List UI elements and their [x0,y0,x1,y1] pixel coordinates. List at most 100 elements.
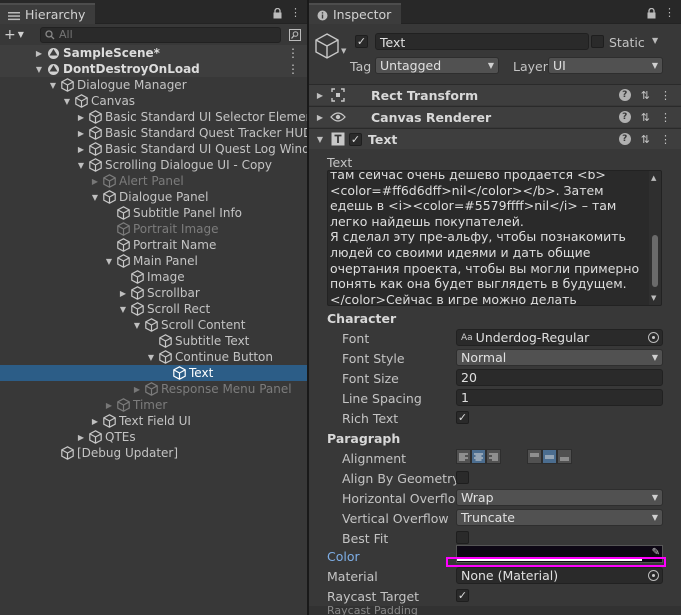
font-field[interactable]: Aa Underdog-Regular [456,329,663,346]
chevron-right-icon[interactable]: ▶ [75,113,87,122]
help-icon[interactable]: ? [618,133,631,145]
static-dropdown-arrow[interactable]: ▼ [652,36,658,45]
chevron-right-icon[interactable]: ▶ [117,289,129,298]
tree-row[interactable]: ▼ DontDestroyOnLoad ⋮ [0,61,307,77]
preset-sliders-icon[interactable]: ⇅ [641,133,650,146]
static-checkbox[interactable] [591,35,604,48]
more-vertical-icon[interactable]: ⋮ [664,6,675,19]
chevron-right-icon[interactable]: ▶ [75,129,87,138]
chevron-down-icon[interactable]: ▼ [47,81,59,90]
more-vertical-icon[interactable]: ⋮ [287,62,299,76]
chevron-down-icon[interactable]: ▼ [33,65,45,74]
add-button[interactable]: + ▼ [4,27,34,43]
chevron-right-icon[interactable]: ▶ [313,113,327,122]
more-vertical-icon[interactable]: ⋮ [287,46,299,60]
layer-dropdown[interactable]: UI ▼ [548,57,663,74]
preset-sliders-icon[interactable]: ⇅ [641,111,650,124]
tree-row[interactable]: Image [0,269,307,285]
tree-row[interactable]: Portrait Name [0,237,307,253]
more-vertical-icon[interactable]: ⋮ [290,6,301,19]
object-picker-icon[interactable] [648,332,659,343]
object-picker-icon[interactable] [648,570,659,581]
align-middle-icon[interactable] [542,449,557,464]
help-icon[interactable]: ? [618,89,631,101]
active-checkbox[interactable]: ✓ [355,35,368,48]
tree-row[interactable]: ▶ Alert Panel [0,173,307,189]
tree-row[interactable]: ▶ Basic Standard Quest Tracker HUD [0,125,307,141]
align-left-icon[interactable] [456,449,471,464]
tree-row[interactable]: ▼ Dialogue Manager [0,77,307,93]
help-icon[interactable]: ? [618,111,631,123]
best-fit-checkbox[interactable] [456,531,469,544]
tree-row[interactable]: Portrait Image [0,221,307,237]
chevron-right-icon[interactable]: ▶ [89,177,101,186]
scroll-down-icon[interactable]: ▼ [651,294,656,302]
line-spacing-field[interactable]: 1 [456,389,663,406]
chevron-right-icon[interactable]: ▶ [103,401,115,410]
text-area[interactable]: там сейчас очень дешево продается <b><co… [327,170,662,306]
tree-row[interactable]: ▼ Canvas [0,93,307,109]
chevron-down-icon[interactable]: ▼ [89,193,101,202]
raycast-padding-row[interactable]: Raycast Padding [309,606,681,615]
chevron-right-icon[interactable]: ▶ [131,385,143,394]
lock-icon[interactable] [273,6,282,19]
align-bottom-icon[interactable] [557,449,572,464]
tree-row[interactable]: ▼ Main Panel [0,253,307,269]
align-by-geometry-checkbox[interactable] [456,471,469,484]
component-enabled-checkbox[interactable]: ✓ [349,132,362,146]
more-vertical-icon[interactable]: ⋮ [660,111,671,124]
vertical-overflow-dropdown[interactable]: Truncate ▼ [456,509,663,526]
search-input[interactable] [59,28,276,41]
align-right-icon[interactable] [486,449,501,464]
text-area-scrollbar[interactable]: ▲ ▼ [649,171,661,305]
tree-row[interactable]: ▶ Text Field UI [0,413,307,429]
tree-row[interactable]: ▼ Scrolling Dialogue UI - Copy [0,157,307,173]
tree-row[interactable]: [Debug Updater] [0,445,307,461]
scroll-thumb[interactable] [652,235,658,287]
text-area-content[interactable]: там сейчас очень дешево продается <b><co… [328,171,649,305]
component-rect-transform[interactable]: ▶ Rect Transform ? ⇅ ⋮ [309,84,681,105]
rich-text-checkbox[interactable]: ✓ [456,411,469,424]
tab-hierarchy[interactable]: Hierarchy [0,3,96,24]
preset-sliders-icon[interactable]: ⇅ [641,89,650,102]
tab-inspector[interactable]: Inspector [309,3,402,24]
tree-row[interactable]: Subtitle Panel Info [0,205,307,221]
material-field[interactable]: None (Material) [456,567,663,584]
tree-row[interactable]: ▶ Scrollbar [0,285,307,301]
horizontal-overflow-dropdown[interactable]: Wrap ▼ [456,489,663,506]
chevron-down-icon[interactable]: ▼ [61,97,73,106]
lock-icon[interactable] [647,6,656,19]
tree-row[interactable]: Subtitle Text [0,333,307,349]
chevron-down-icon[interactable]: ▼ [131,321,143,330]
chevron-down-icon[interactable]: ▼ [103,257,115,266]
tree-row[interactable]: ▼ Continue Button [0,349,307,365]
component-canvas-renderer[interactable]: ▶ Canvas Renderer ? ⇅ ⋮ [309,106,681,127]
align-center-icon[interactable] [471,449,486,464]
tree-row[interactable]: ▼ Scroll Rect [0,301,307,317]
scene-search-button[interactable] [287,27,303,43]
font-size-field[interactable]: 20 [456,369,663,386]
font-style-dropdown[interactable]: Normal ▼ [456,349,663,366]
search-box[interactable] [40,26,281,43]
chevron-down-icon[interactable]: ▼ [145,353,157,362]
object-name-field[interactable]: Text [375,33,589,50]
tree-row[interactable]: ▶ Basic Standard UI Quest Log Windo [0,141,307,157]
chevron-right-icon[interactable]: ▶ [313,91,327,100]
chevron-right-icon[interactable]: ▶ [75,145,87,154]
more-vertical-icon[interactable]: ⋮ [660,89,671,102]
tree-row[interactable]: ▶ Timer [0,397,307,413]
chevron-down-icon[interactable]: ▼ [75,161,87,170]
align-top-icon[interactable] [527,449,542,464]
tree-row[interactable]: ▶ SampleScene* ⋮ [0,45,307,61]
scroll-up-icon[interactable]: ▲ [651,174,656,182]
tree-row[interactable]: Text [0,365,307,381]
raycast-target-checkbox[interactable]: ✓ [456,589,469,602]
tree-row[interactable]: ▶ QTEs [0,429,307,445]
chevron-down-icon[interactable]: ▼ [117,305,129,314]
component-text[interactable]: ▼ ✓ Text ? ⇅ ⋮ [309,128,681,149]
more-vertical-icon[interactable]: ⋮ [660,133,671,146]
tree-row[interactable]: ▼ Scroll Content [0,317,307,333]
tree-row[interactable]: ▶ Response Menu Panel [0,381,307,397]
tree-row[interactable]: ▶ Basic Standard UI Selector Element [0,109,307,125]
chevron-right-icon[interactable]: ▶ [89,417,101,426]
